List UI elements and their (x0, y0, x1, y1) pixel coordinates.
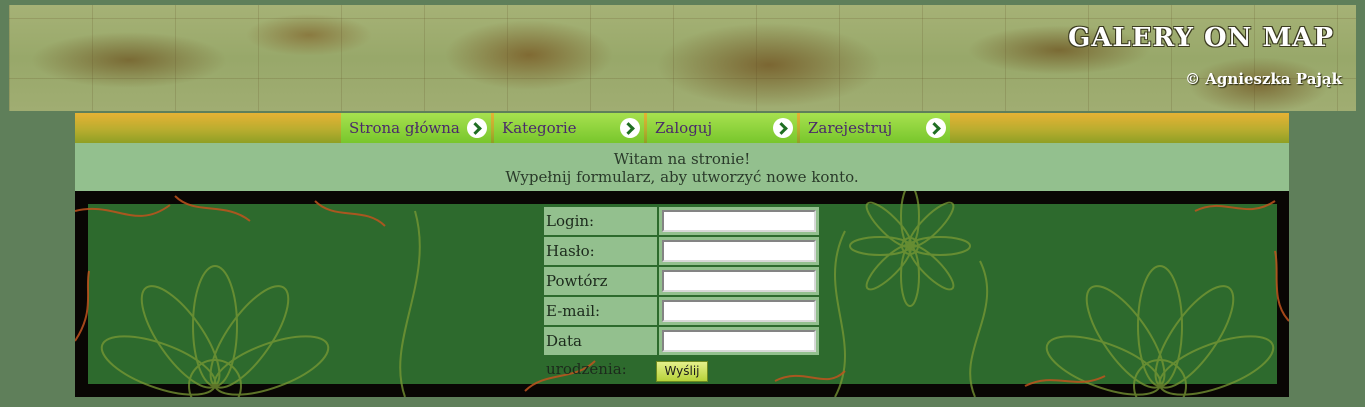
repeat-password-label: Powtórz hasło: (544, 267, 657, 318)
password-label: Hasło: (544, 237, 657, 265)
birthdate-label: Data urodzenia: (544, 327, 657, 378)
nav-item-label: Kategorie (502, 119, 577, 137)
email-input[interactable] (662, 300, 816, 322)
login-field-cell (659, 207, 819, 235)
welcome-instruction: Wypełnij formularz, aby utworzyć nowe ko… (505, 168, 859, 186)
nav-item-home[interactable]: Strona główna (341, 113, 491, 143)
welcome-heading: Witam na stronie! (613, 150, 751, 168)
form-row-email: E-mail: (544, 297, 819, 325)
password-field-cell (659, 237, 819, 265)
password-input[interactable] (662, 240, 816, 262)
copyright-text: © Agnieszka Pająk (1185, 70, 1342, 88)
birthdate-field-cell (659, 327, 819, 355)
submit-button[interactable]: Wyślij (656, 361, 708, 382)
repeat-password-input[interactable] (662, 270, 816, 292)
nav-item-login[interactable]: Zaloguj (647, 113, 797, 143)
chevron-right-icon (620, 118, 640, 138)
nav-item-label: Strona główna (349, 119, 460, 137)
nav-item-label: Zaloguj (655, 119, 713, 137)
registration-form: Login: Hasło: Powtórz hasło: E-mail: Dat… (544, 207, 819, 378)
chevron-right-icon (926, 118, 946, 138)
nav-item-register[interactable]: Zarejestruj (800, 113, 950, 143)
form-row-repeat-password: Powtórz hasło: (544, 267, 819, 318)
nav-bar: Strona główna Kategorie Zaloguj Zarejest… (75, 113, 1289, 143)
birthdate-input[interactable] (662, 330, 816, 352)
repeat-password-field-cell (659, 267, 819, 295)
login-input[interactable] (662, 210, 816, 232)
chevron-right-icon (773, 118, 793, 138)
header-banner: GALERY ON MAP © Agnieszka Pająk (9, 5, 1356, 111)
form-row-login: Login: (544, 207, 819, 235)
chevron-right-icon (467, 118, 487, 138)
form-row-birthdate: Data urodzenia: (544, 327, 819, 378)
form-row-password: Hasło: (544, 237, 819, 265)
nav-menu: Strona główna Kategorie Zaloguj Zarejest… (341, 113, 953, 143)
welcome-panel: Witam na stronie! Wypełnij formularz, ab… (75, 143, 1289, 191)
site-title: GALERY ON MAP (1068, 23, 1334, 53)
nav-item-label: Zarejestruj (808, 119, 893, 137)
login-label: Login: (544, 207, 657, 235)
email-field-cell (659, 297, 819, 325)
email-label: E-mail: (544, 297, 657, 325)
nav-item-categories[interactable]: Kategorie (494, 113, 644, 143)
